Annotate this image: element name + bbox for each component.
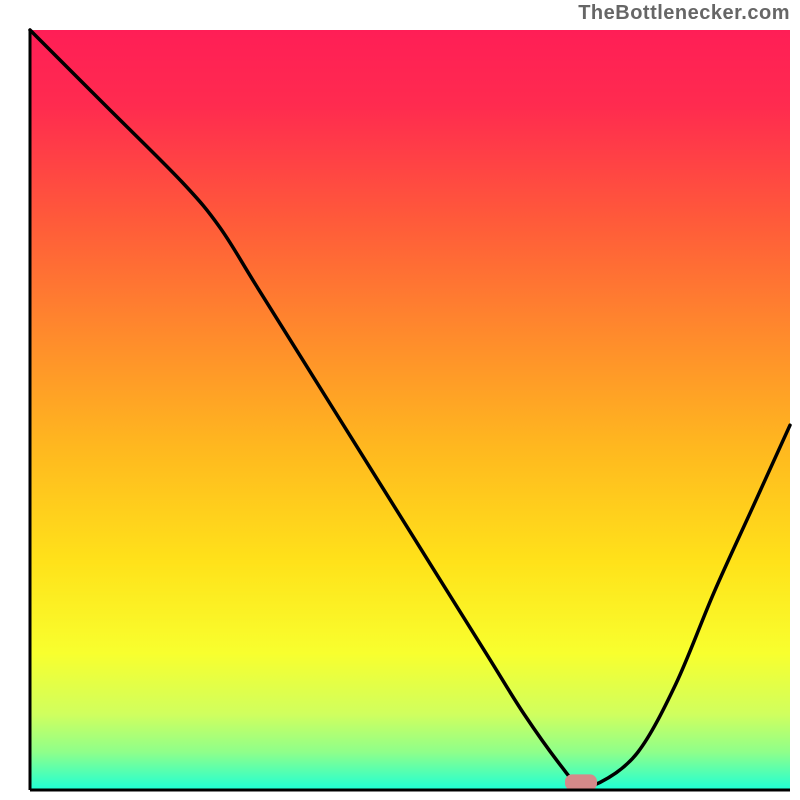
bottleneck-chart — [0, 0, 800, 800]
attribution-text: TheBottlenecker.com — [578, 2, 790, 25]
marker-dot — [565, 774, 597, 790]
chart-wrap: { "attribution": "TheBottlenecker.com", … — [0, 0, 800, 800]
